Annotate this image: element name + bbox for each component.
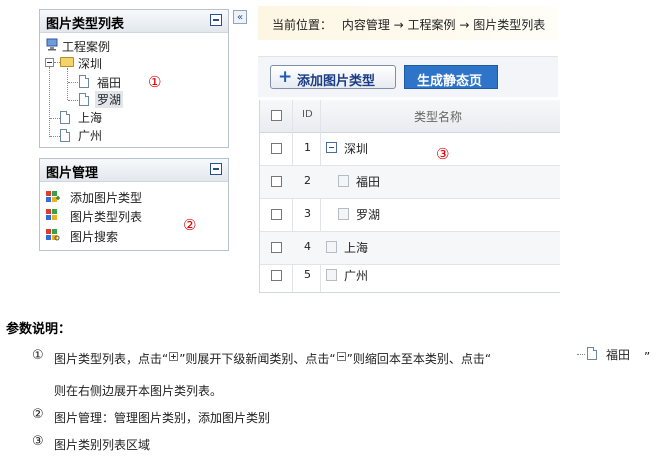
page-icon xyxy=(587,347,597,360)
tree-connector xyxy=(68,100,78,101)
breadcrumb: 当前位置： 内容管理 → 工程案例 → 图片类型列表 xyxy=(258,6,558,40)
menu-item-add-picture-type[interactable]: 添加图片类型 xyxy=(70,189,142,206)
annotation-marker-1: ① xyxy=(148,73,162,91)
page-icon xyxy=(60,129,70,142)
tree-node-root[interactable]: 工程案例 xyxy=(62,38,110,55)
row-id: 4 xyxy=(304,240,311,253)
row-checkbox[interactable] xyxy=(271,242,282,253)
row-checkbox[interactable] xyxy=(271,270,282,281)
row-checkbox[interactable] xyxy=(271,143,282,154)
tree-connector xyxy=(577,354,585,355)
picture-type-tree-panel: 图片类型列表 工程案例 深圳 福田 罗湖 上海 广州 ① xyxy=(39,9,229,148)
column-header-id: ID xyxy=(302,109,313,120)
tree-node-futian[interactable]: 福田 xyxy=(97,74,121,91)
breadcrumb-label: 当前位置： xyxy=(272,18,333,32)
row-name: 深圳 xyxy=(344,142,369,156)
table-row[interactable]: 2 福田 xyxy=(260,166,560,199)
panel-title: 图片类型列表 xyxy=(46,17,125,32)
doc-line-2: 图片管理：管理图片类别，添加图片类别 xyxy=(54,411,271,425)
computer-icon xyxy=(46,38,58,51)
column-header-name: 类型名称 xyxy=(414,110,463,124)
generate-static-page-button[interactable]: 生成静态页 xyxy=(404,65,498,89)
row-name: 福田 xyxy=(356,175,381,189)
collapse-icon[interactable] xyxy=(326,142,337,153)
menu-item-picture-type-list[interactable]: 图片类型列表 xyxy=(70,208,142,225)
page-icon xyxy=(79,75,89,88)
picture-type-table: ID 类型名称 1 深圳 ③ 2 福田 3 罗湖 4 上海 5 广州 xyxy=(259,100,560,293)
tree-node-guangzhou[interactable]: 广州 xyxy=(78,127,102,144)
tree-connector xyxy=(50,136,60,137)
row-name: 罗湖 xyxy=(356,208,381,222)
row-name: 上海 xyxy=(344,241,369,255)
table-header: ID 类型名称 xyxy=(260,100,560,133)
page-icon xyxy=(79,93,89,106)
collapse-panel-button[interactable] xyxy=(210,14,222,26)
table-row[interactable]: 3 罗湖 xyxy=(260,199,560,232)
generate-static-page-label: 生成静态页 xyxy=(417,74,483,89)
tree-node-luohu[interactable]: 罗湖 xyxy=(95,91,124,108)
tree-connector xyxy=(68,82,78,83)
doc-heading: 参数说明： xyxy=(6,322,72,337)
folder-open-icon xyxy=(60,57,74,67)
page-icon xyxy=(60,111,70,124)
doc-line-3: 图片类别列表区域 xyxy=(54,438,151,452)
annotation-marker-2: ② xyxy=(183,216,197,234)
list-number: ② xyxy=(32,407,44,422)
tree-node-shenzhen[interactable]: 深圳 xyxy=(78,55,102,72)
picture-list-icon xyxy=(46,209,59,221)
sample-tree-node: 福田 xyxy=(577,341,637,367)
leaf-icon xyxy=(338,208,349,220)
list-number: ① xyxy=(32,348,44,363)
row-name: 广州 xyxy=(344,269,369,283)
collapse-sidebar-button[interactable]: « xyxy=(233,10,247,24)
row-id: 5 xyxy=(304,268,311,281)
collapse-panel-button[interactable] xyxy=(210,163,222,175)
toolbar: + 添加图片类型 生成静态页 xyxy=(258,56,558,97)
leaf-icon xyxy=(326,241,337,253)
picture-search-icon xyxy=(46,229,60,241)
doc-line-1-cont: 则在右侧边展开本图片类列表。 xyxy=(54,384,223,398)
doc-line-1: 图片类型列表，点击“ ”则展开下级新闻类别、点击“ ”则缩回本至本类别、点击“ xyxy=(54,352,492,366)
tree-connector xyxy=(50,118,60,119)
annotation-marker-3: ③ xyxy=(436,145,450,163)
expand-icon xyxy=(169,352,179,361)
row-id: 2 xyxy=(304,174,311,187)
add-picture-icon xyxy=(46,191,60,203)
tree-node-shanghai[interactable]: 上海 xyxy=(78,109,102,126)
doc-line-1-end: ” xyxy=(644,350,651,364)
table-row[interactable]: 5 广州 xyxy=(260,260,560,292)
select-all-checkbox[interactable] xyxy=(271,110,282,121)
collapse-icon xyxy=(336,352,346,361)
row-checkbox[interactable] xyxy=(271,209,282,220)
breadcrumb-path: 内容管理 → 工程案例 → 图片类型列表 xyxy=(341,18,546,32)
panel-title: 图片管理 xyxy=(46,166,99,181)
tree-collapse-toggle[interactable] xyxy=(45,58,54,67)
list-number: ③ xyxy=(32,434,44,449)
row-id: 1 xyxy=(304,141,311,154)
tree-connector xyxy=(49,67,50,137)
panel-header: 图片类型列表 xyxy=(40,10,228,33)
table-row[interactable]: 1 深圳 ③ xyxy=(260,133,560,166)
row-checkbox[interactable] xyxy=(271,176,282,187)
picture-management-panel: 图片管理 添加图片类型 图片类型列表 图片搜索 ② xyxy=(39,158,229,251)
leaf-icon xyxy=(326,269,337,281)
plus-icon: + xyxy=(278,67,293,87)
row-id: 3 xyxy=(304,207,311,220)
add-picture-type-button[interactable]: + 添加图片类型 xyxy=(270,65,396,89)
panel-header: 图片管理 xyxy=(40,159,228,182)
menu-item-picture-search[interactable]: 图片搜索 xyxy=(70,228,118,245)
tree-connector xyxy=(67,68,68,100)
sample-node-label: 福田 xyxy=(606,348,631,362)
leaf-icon xyxy=(338,175,349,187)
add-picture-type-label: 添加图片类型 xyxy=(297,74,376,89)
